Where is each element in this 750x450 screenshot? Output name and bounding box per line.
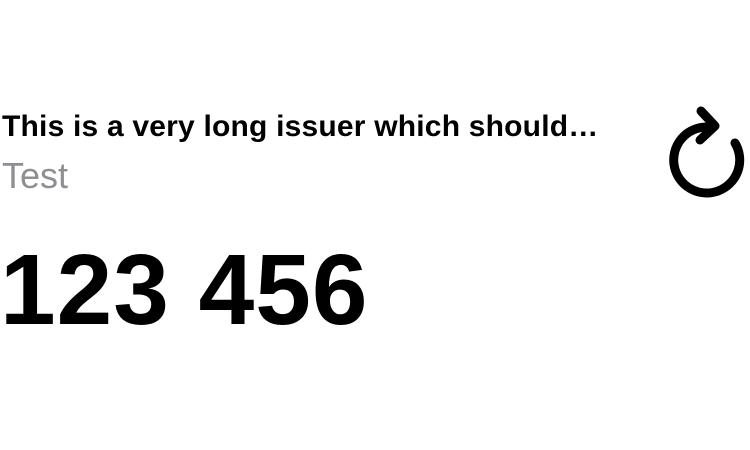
refresh-icon xyxy=(663,103,747,201)
token-screen: This is a very long issuer which should…… xyxy=(0,0,750,450)
refresh-button[interactable] xyxy=(660,100,750,204)
otp-code: 123 456 xyxy=(0,234,369,346)
account-label: Test xyxy=(2,155,69,196)
issuer-label: This is a very long issuer which should… xyxy=(2,110,599,143)
